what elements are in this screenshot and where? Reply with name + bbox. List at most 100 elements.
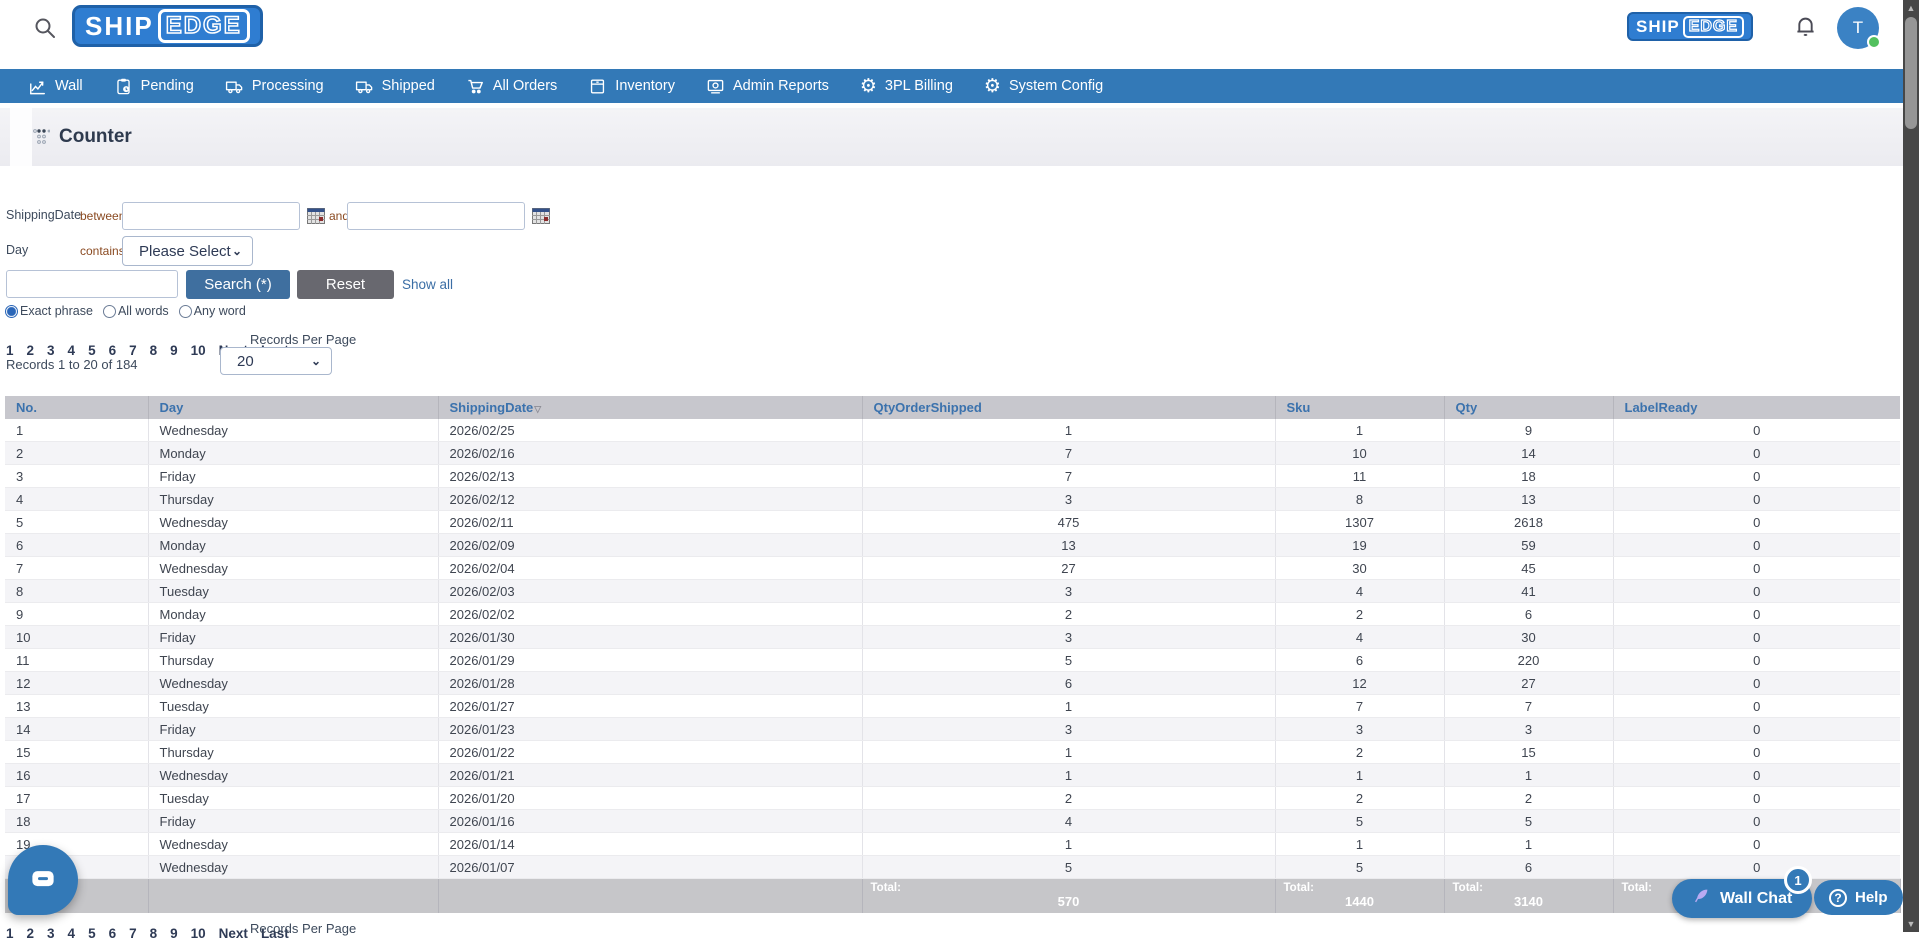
shipedge-logo[interactable]: SHIP EDGE	[72, 5, 263, 47]
nav-item-processing[interactable]: Processing	[225, 77, 324, 96]
records-range-text: Records 1 to 20 of 184	[6, 357, 138, 372]
cell-shippingdate: 2026/01/07	[438, 856, 862, 879]
table-row[interactable]: 18Friday2026/01/164550	[5, 810, 1900, 833]
cell-no-: 10	[5, 626, 148, 649]
table-row[interactable]: 13Tuesday2026/01/271770	[5, 695, 1900, 718]
table-row[interactable]: 6Monday2026/02/091319590	[5, 534, 1900, 557]
table-row[interactable]: 7Wednesday2026/02/042730450	[5, 557, 1900, 580]
page-number-link[interactable]: 8	[150, 926, 158, 941]
nav-item-label: 3PL Billing	[885, 78, 953, 94]
table-row[interactable]: 4Thursday2026/02/1238130	[5, 488, 1900, 511]
cell-qtyordershipped: 5	[862, 649, 1275, 672]
column-header-shippingdate[interactable]: ShippingDate▽	[438, 396, 862, 419]
next-page-link[interactable]: Next	[219, 926, 248, 941]
day-select[interactable]: Please Select ⌄	[122, 236, 253, 266]
page-number-link[interactable]: 10	[191, 926, 206, 941]
page-number-link[interactable]: 1	[6, 343, 14, 358]
avatar-initial: T	[1853, 18, 1863, 38]
chat-launcher-button[interactable]	[8, 845, 78, 915]
radio-button[interactable]	[179, 305, 192, 318]
page-number-link[interactable]: 6	[109, 926, 117, 941]
scrollbar-thumb[interactable]	[1905, 17, 1917, 129]
page-number-link[interactable]: 5	[88, 343, 96, 358]
cell-labelready: 0	[1613, 626, 1900, 649]
search-button[interactable]: Search (*)	[186, 270, 290, 299]
table-row[interactable]: 16Wednesday2026/01/211110	[5, 764, 1900, 787]
page-number-link[interactable]: 3	[47, 926, 55, 941]
cell-qty: 6	[1444, 603, 1613, 626]
page-number-link[interactable]: 9	[170, 926, 178, 941]
calendar-icon[interactable]	[532, 208, 550, 224]
table-row[interactable]: 2Monday2026/02/16710140	[5, 442, 1900, 465]
reset-button[interactable]: Reset	[297, 270, 394, 299]
page-number-link[interactable]: 7	[129, 343, 137, 358]
nav-item-system-config[interactable]: ⚙System Config	[984, 77, 1103, 96]
table-row[interactable]: 15Thursday2026/01/2212150	[5, 741, 1900, 764]
column-header-qtyordershipped[interactable]: QtyOrderShipped	[862, 396, 1275, 419]
table-row[interactable]: 20Wednesday2026/01/075560	[5, 856, 1900, 879]
cell-qtyordershipped: 7	[862, 442, 1275, 465]
table-row[interactable]: 11Thursday2026/01/29562200	[5, 649, 1900, 672]
cell-qtyordershipped: 4	[862, 810, 1275, 833]
nav-item-shipped[interactable]: Shipped	[355, 77, 435, 96]
table-row[interactable]: 1Wednesday2026/02/251190	[5, 419, 1900, 442]
radio-button[interactable]	[5, 305, 18, 318]
table-row[interactable]: 14Friday2026/01/233330	[5, 718, 1900, 741]
page-number-link[interactable]: 2	[27, 343, 35, 358]
table-row[interactable]: 3Friday2026/02/13711180	[5, 465, 1900, 488]
date-from-input[interactable]	[122, 202, 300, 230]
cell-labelready: 0	[1613, 488, 1900, 511]
cell-no-: 13	[5, 695, 148, 718]
show-all-link[interactable]: Show all	[402, 277, 453, 292]
match-option-any-word[interactable]: Any word	[179, 304, 246, 318]
table-row[interactable]: 9Monday2026/02/022260	[5, 603, 1900, 626]
cell-shippingdate: 2026/01/16	[438, 810, 862, 833]
column-header-sku[interactable]: Sku	[1275, 396, 1444, 419]
column-header-day[interactable]: Day	[148, 396, 438, 419]
page-number-link[interactable]: 4	[68, 343, 76, 358]
notifications-bell-icon[interactable]	[1792, 13, 1819, 40]
column-header-qty[interactable]: Qty	[1444, 396, 1613, 419]
scroll-up-arrow[interactable]: ▲	[1903, 0, 1919, 16]
search-icon[interactable]	[33, 16, 57, 40]
records-per-page-select[interactable]: 20 ⌄	[220, 347, 332, 375]
match-option-exact-phrase[interactable]: Exact phrase	[5, 304, 93, 318]
shipedge-logo-secondary[interactable]: SHIP EDGE	[1627, 12, 1753, 41]
page-number-link[interactable]: 10	[191, 343, 206, 358]
column-header-no-[interactable]: No.	[5, 396, 148, 419]
page-number-link[interactable]: 5	[88, 926, 96, 941]
nav-item-pending[interactable]: Pending	[114, 77, 194, 96]
scroll-down-arrow[interactable]: ▼	[1903, 916, 1919, 932]
search-term-input[interactable]	[6, 270, 178, 298]
table-row[interactable]: 5Wednesday2026/02/11475130726180	[5, 511, 1900, 534]
radio-button[interactable]	[103, 305, 116, 318]
nav-item-3pl-billing[interactable]: ⚙3PL Billing	[860, 77, 953, 96]
nav-item-wall[interactable]: Wall	[28, 77, 83, 96]
date-to-input[interactable]	[347, 202, 525, 230]
nav-item-label: Pending	[141, 78, 194, 94]
user-avatar[interactable]: T	[1837, 7, 1879, 49]
match-option-all-words[interactable]: All words	[103, 304, 169, 318]
page-number-link[interactable]: 1	[6, 926, 14, 941]
cell-day: Wednesday	[148, 764, 438, 787]
table-row[interactable]: 10Friday2026/01/3034300	[5, 626, 1900, 649]
calendar-icon[interactable]	[307, 208, 325, 224]
table-row[interactable]: 8Tuesday2026/02/0334410	[5, 580, 1900, 603]
page-number-link[interactable]: 6	[109, 343, 117, 358]
table-row[interactable]: 12Wednesday2026/01/28612270	[5, 672, 1900, 695]
page-number-link[interactable]: 9	[170, 343, 178, 358]
page-number-link[interactable]: 3	[47, 343, 55, 358]
table-row[interactable]: 19Wednesday2026/01/141110	[5, 833, 1900, 856]
nav-item-admin-reports[interactable]: Admin Reports	[706, 77, 829, 96]
page-number-link[interactable]: 4	[68, 926, 76, 941]
page-number-link[interactable]: 2	[27, 926, 35, 941]
vertical-scrollbar[interactable]: ▲ ▼	[1903, 0, 1919, 932]
nav-item-all-orders[interactable]: All Orders	[466, 77, 557, 96]
column-header-labelready[interactable]: LabelReady	[1613, 396, 1900, 419]
nav-item-inventory[interactable]: Inventory	[588, 77, 675, 96]
bar-chart-icon	[28, 77, 47, 96]
page-number-link[interactable]: 8	[150, 343, 158, 358]
table-row[interactable]: 17Tuesday2026/01/202220	[5, 787, 1900, 810]
help-button[interactable]: ? Help	[1814, 880, 1903, 915]
page-number-link[interactable]: 7	[129, 926, 137, 941]
